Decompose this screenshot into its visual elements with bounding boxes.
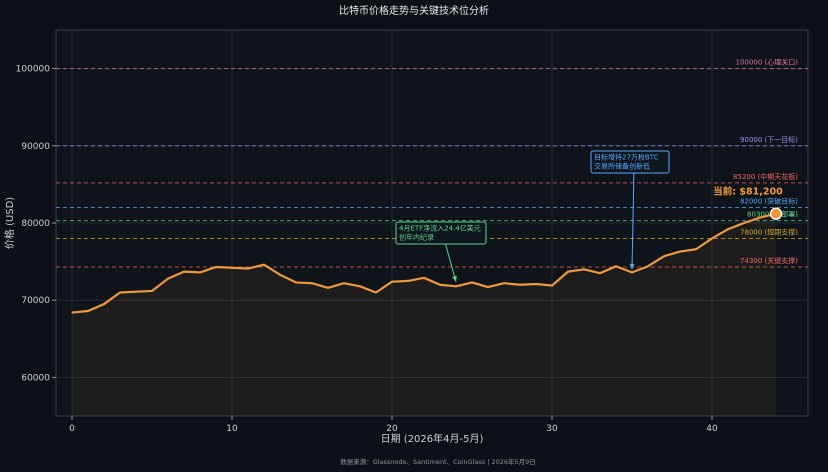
x-axis-label: 日期 (2026年4月-5月)	[381, 432, 484, 445]
data-point	[455, 285, 457, 287]
data-point	[391, 281, 393, 283]
data-point	[567, 271, 569, 273]
data-point	[343, 282, 345, 284]
y-tick-label: 80000	[21, 219, 50, 229]
data-point	[535, 283, 537, 285]
x-tick-label: 30	[546, 424, 558, 434]
level-label: 74300 (关键支撑)	[740, 256, 798, 265]
chart-title: 比特币价格走势与关键技术位分析	[339, 4, 489, 17]
data-point	[279, 274, 281, 276]
level-label: 100000 (心理关口)	[736, 58, 799, 67]
data-point	[71, 311, 73, 314]
data-point	[87, 310, 89, 312]
data-point	[647, 265, 649, 267]
data-source-note: 数据来源：Glassnode、Santiment、CoinGlass | 202…	[340, 457, 536, 466]
data-point	[263, 264, 265, 266]
data-point	[743, 222, 745, 224]
data-point	[375, 291, 377, 294]
y-axis-label: 价格 (USD)	[3, 197, 16, 249]
y-tick-label: 100000	[16, 65, 51, 75]
data-point	[247, 267, 249, 270]
data-point	[407, 280, 409, 282]
data-point	[663, 255, 665, 257]
y-tick-label: 60000	[21, 373, 50, 383]
current-price-label: 当前: $81,200	[713, 186, 783, 198]
x-tick-label: 10	[226, 424, 238, 434]
data-point	[503, 282, 505, 284]
data-point	[679, 250, 681, 253]
level-label: 85200 (中期天花板)	[733, 172, 798, 181]
data-point	[167, 277, 169, 280]
data-point	[231, 267, 233, 269]
data-point	[215, 266, 217, 268]
data-point	[135, 291, 137, 293]
data-point	[695, 248, 697, 250]
data-point	[295, 281, 297, 284]
data-point	[599, 272, 601, 274]
y-tick-label: 70000	[21, 296, 50, 306]
data-point	[423, 277, 425, 279]
data-point	[439, 284, 441, 286]
data-point	[359, 285, 361, 287]
annotation-text: 目标增持27万枚BTC	[594, 153, 659, 162]
data-point	[183, 271, 185, 273]
x-tick-label: 20	[386, 424, 398, 434]
data-point	[311, 282, 313, 284]
data-point	[711, 237, 713, 240]
annotation-text: 4月ETF净流入24.4亿美元	[399, 224, 481, 233]
data-point	[551, 284, 553, 287]
data-point	[631, 271, 633, 274]
annotation-text: 交易所储备创新低	[594, 162, 650, 171]
data-point	[151, 290, 153, 292]
data-point	[471, 281, 473, 284]
y-tick-label: 90000	[21, 142, 50, 152]
data-point	[327, 287, 329, 289]
x-axis-ticks: 0 10 20 30 40	[69, 416, 718, 434]
data-point	[519, 284, 521, 286]
chart-canvas: 比特币价格走势与关键技术位分析 100000 (心理关口) 90000 (下一目标…	[3, 4, 809, 466]
data-point	[199, 271, 201, 274]
data-point	[759, 216, 761, 219]
annotation-text: 创年内纪录	[399, 233, 434, 242]
x-tick-label: 0	[69, 424, 75, 434]
y-axis-ticks: 60000 70000 80000 90000 100000	[16, 65, 56, 383]
level-label: 82000 (突破目标)	[740, 197, 798, 206]
level-label: 78000 (短期支撑)	[740, 227, 798, 236]
level-label: 90000 (下一目标)	[740, 135, 798, 144]
data-point	[487, 286, 489, 288]
data-point	[119, 291, 121, 294]
current-price-marker	[769, 207, 783, 220]
data-point	[615, 265, 617, 267]
data-point	[727, 228, 729, 230]
data-point	[583, 268, 585, 270]
data-point	[103, 303, 105, 305]
x-tick-label: 40	[706, 424, 718, 434]
